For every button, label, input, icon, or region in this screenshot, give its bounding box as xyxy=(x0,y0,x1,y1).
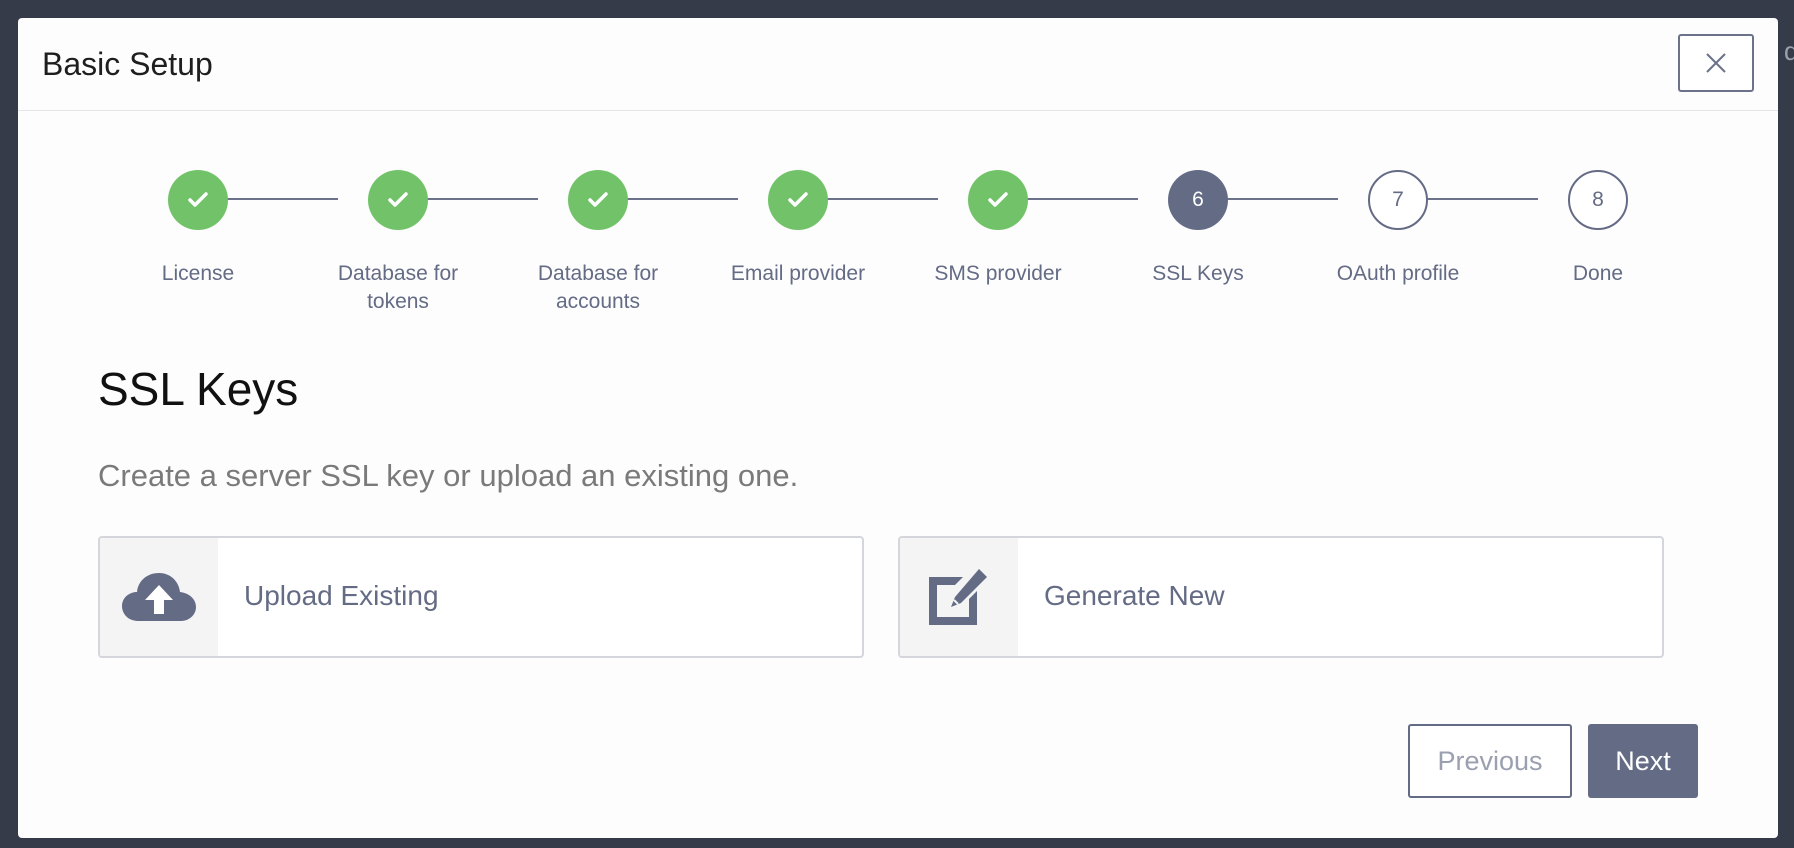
next-button[interactable]: Next xyxy=(1588,724,1698,798)
option-label: Upload Existing xyxy=(244,580,439,611)
step-complete-indicator xyxy=(368,170,428,230)
checkmark-icon xyxy=(388,192,408,207)
generate-new-option[interactable]: Generate New xyxy=(898,536,1664,658)
checkmark-icon xyxy=(588,192,608,207)
step-complete-indicator xyxy=(768,170,828,230)
checkmark-icon xyxy=(788,192,808,207)
step-label: SSL Keys xyxy=(1152,262,1244,285)
close-button[interactable] xyxy=(1678,34,1754,92)
step-number: 7 xyxy=(1368,170,1428,230)
setup-stepper: License Database for tokens Database for… xyxy=(18,110,1778,313)
checkmark-icon xyxy=(988,192,1008,207)
option-icon-box xyxy=(900,538,1018,656)
checkmark-icon xyxy=(188,192,208,207)
cloud-upload-icon xyxy=(122,573,196,621)
step-number-active: 6 xyxy=(1168,170,1228,230)
step-label: SMS provider xyxy=(934,262,1062,285)
step-label: Email provider xyxy=(730,262,866,285)
backdrop-text: d xyxy=(1784,36,1794,66)
modal-title: Basic Setup xyxy=(42,46,213,82)
upload-existing-option[interactable]: Upload Existing xyxy=(98,536,864,658)
step-label: Database for accounts xyxy=(537,262,659,313)
previous-button[interactable]: Previous xyxy=(1408,724,1572,798)
step-complete-indicator xyxy=(968,170,1028,230)
step-complete-indicator xyxy=(168,170,228,230)
option-label: Generate New xyxy=(1044,580,1225,611)
step-label: License xyxy=(161,262,235,285)
step-label: Database for tokens xyxy=(337,262,459,313)
step-label: OAuth profile xyxy=(1336,262,1460,285)
section-description: Create a server SSL key or upload an exi… xyxy=(98,458,799,493)
step-complete-indicator xyxy=(568,170,628,230)
modal-header: Basic Setup xyxy=(18,18,1778,111)
setup-modal: Basic Setup License Database for tokens … xyxy=(18,18,1778,838)
step-label: Done xyxy=(1572,262,1624,285)
step-number: 8 xyxy=(1568,170,1628,230)
close-icon xyxy=(1706,53,1726,73)
edit-icon xyxy=(929,569,987,625)
option-icon-box xyxy=(100,538,218,656)
section-title: SSL Keys xyxy=(98,363,299,415)
